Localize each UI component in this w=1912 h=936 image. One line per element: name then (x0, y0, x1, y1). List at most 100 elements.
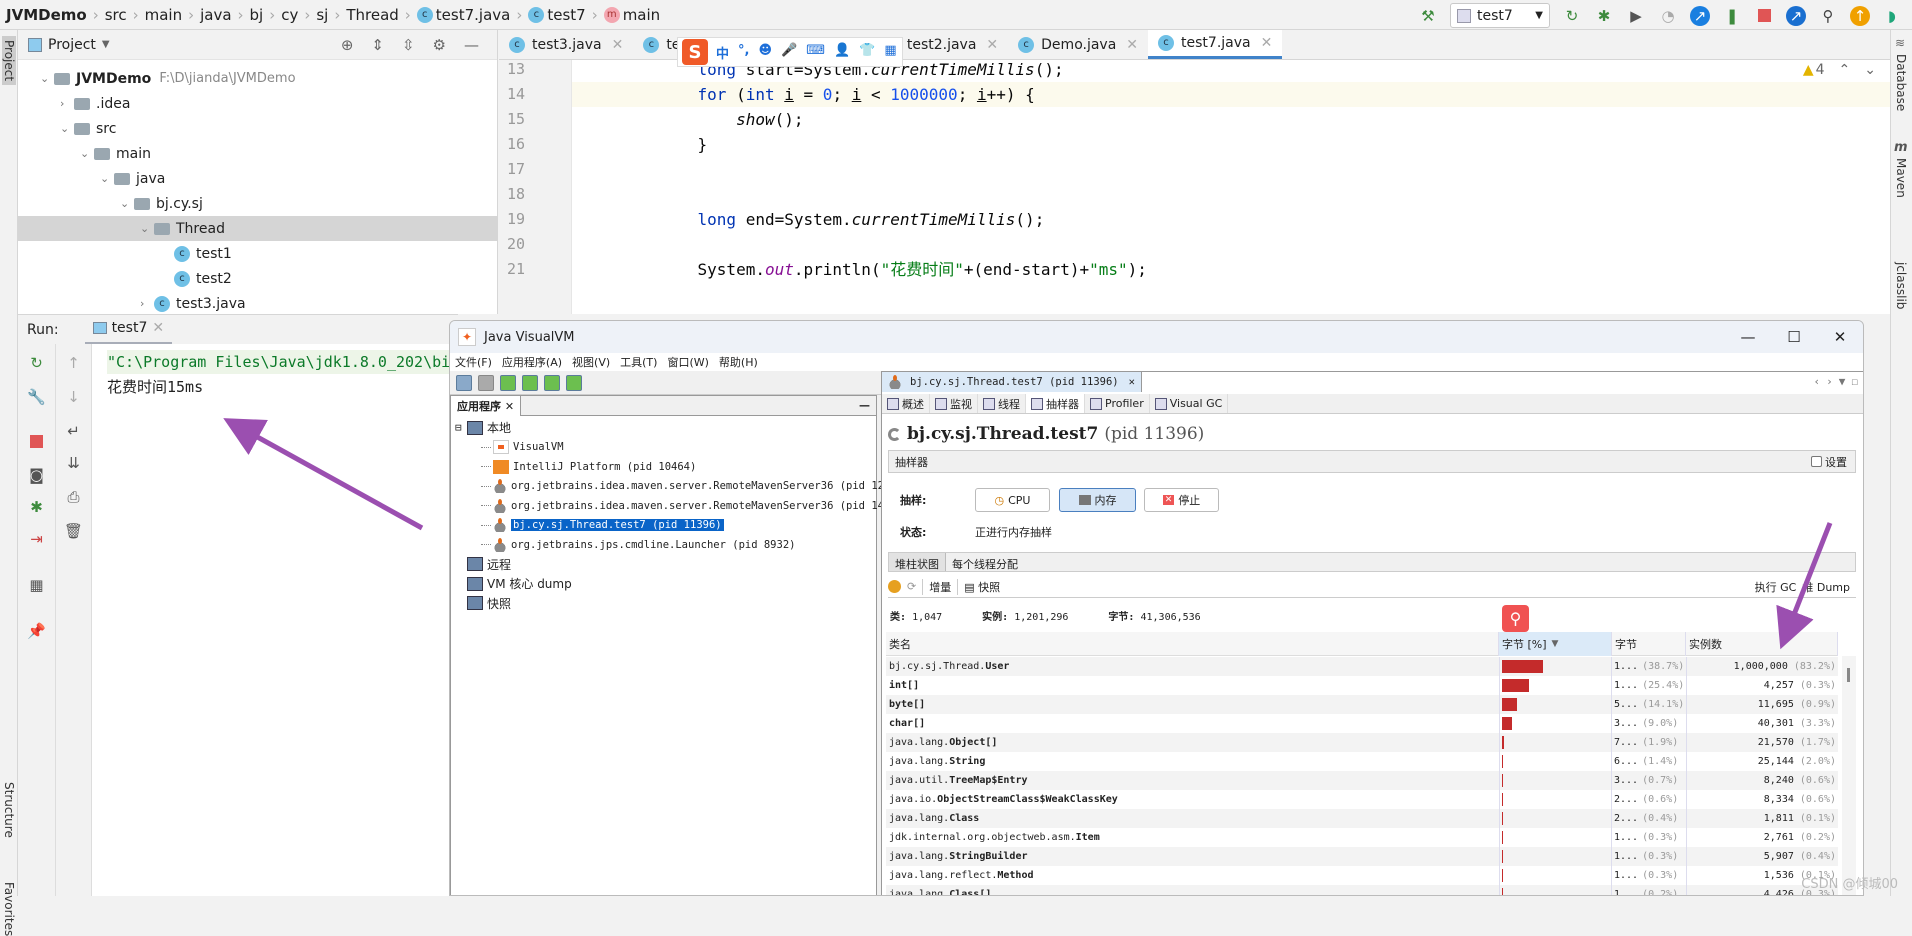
project-tree-item[interactable]: ctest2 (18, 266, 498, 291)
run-tab-test7[interactable]: test7 ✕ (85, 315, 173, 345)
editor-tab[interactable]: ctest7.java✕ (1148, 30, 1282, 59)
application-tree-item[interactable]: VisualVM (481, 438, 564, 457)
refresh-icon[interactable]: ⟳ (907, 580, 916, 593)
code-line[interactable]: System.out.println("花费时间"+(end-start)+"m… (659, 257, 1147, 282)
subtab[interactable]: 概述 (882, 394, 930, 413)
table-row[interactable]: java.lang.Class[]1...(0.2%)4,426(0.3%) (886, 885, 1838, 896)
table-row[interactable]: jdk.internal.org.objectweb.asm.Item1...(… (886, 828, 1838, 847)
breadcrumb-item[interactable]: ›src (87, 6, 127, 24)
chevron-right-icon[interactable]: › (1826, 375, 1833, 388)
trash-icon[interactable]: 🗑 (56, 522, 91, 540)
tab-per-thread-allocations[interactable]: 每个线程分配 (946, 553, 1024, 571)
project-tree-item[interactable]: ⌄main (18, 141, 498, 166)
table-row[interactable]: java.lang.reflect.Method1...(0.3%)1,536(… (886, 866, 1838, 885)
subtab[interactable]: Visual GC (1150, 394, 1229, 413)
minimize-icon[interactable]: — (1725, 321, 1771, 353)
chevron-up-icon[interactable]: ⌃ (1839, 62, 1851, 78)
table-row[interactable]: byte[]5...(14.1%)11,695(0.9%) (886, 695, 1838, 714)
locate-icon[interactable]: ⊕ (341, 36, 354, 54)
stop-sample-button[interactable]: ✕停止 (1144, 488, 1219, 512)
breadcrumb-item[interactable]: ›mmain (586, 6, 660, 24)
breadcrumb-item[interactable]: ›ctest7.java (399, 6, 511, 24)
tool-window-project[interactable]: Project (2, 36, 16, 85)
profile-icon[interactable]: ◔ (1658, 6, 1678, 26)
table-row[interactable]: java.lang.Object[]7...(1.9%)21,570(1.7%) (886, 733, 1838, 752)
rerun-icon[interactable]: ↻ (18, 354, 55, 372)
chevron-down-icon[interactable]: ⌄ (100, 172, 114, 185)
add-snapshot-icon[interactable] (566, 375, 582, 391)
minimize-icon[interactable]: — (859, 399, 870, 412)
visualvm-icon[interactable]: ↗ (1690, 6, 1710, 26)
wrench-icon[interactable]: 🔧 (18, 388, 55, 406)
tab-heap-histogram[interactable]: 堆柱状图 (889, 553, 946, 571)
table-row[interactable]: java.io.ObjectStreamClass$WeakClassKey2.… (886, 790, 1838, 809)
memory-sample-button[interactable]: 内存 (1059, 488, 1136, 512)
settings-checkbox[interactable]: 设置 (1811, 454, 1847, 470)
project-tree-item[interactable]: ⌄src (18, 116, 498, 141)
add-remote-host-icon[interactable] (500, 375, 516, 391)
ime-tool-icon[interactable]: °, (738, 43, 749, 62)
menu-item[interactable]: 窗口(W) (667, 354, 708, 370)
table-row[interactable]: char[]3...(9.0%)40,301(3.3%) (886, 714, 1838, 733)
toolbox-icon[interactable]: ◗ (1882, 6, 1902, 26)
ime-tool-icon[interactable]: 👤 (834, 43, 850, 62)
table-row[interactable]: java.lang.StringBuilder1...(0.3%)5,907(0… (886, 847, 1838, 866)
delta-button[interactable]: 增量 (922, 579, 951, 595)
chevron-down-icon[interactable]: ⌄ (1864, 62, 1876, 78)
tool-window-database[interactable]: Database (1894, 54, 1908, 111)
application-tree-item[interactable]: VM 核心 dump (455, 574, 572, 593)
chevron-down-icon[interactable]: ▼ (102, 39, 110, 50)
build-hammer-icon[interactable]: ⚒ (1418, 6, 1438, 26)
pause-icon[interactable] (888, 580, 901, 593)
breadcrumb-item[interactable]: ›ctest7 (510, 6, 585, 24)
application-tree-item[interactable]: IntelliJ Platform (pid 10464) (481, 457, 696, 476)
ime-tool-icon[interactable]: ▦ (884, 43, 896, 62)
tool-window-favorites[interactable]: Favorites (2, 882, 16, 936)
tool-window-structure[interactable]: Structure (2, 782, 16, 838)
breadcrumb-item[interactable]: ›bj (232, 6, 264, 24)
code-line[interactable]: for (int i = 0; i < 1000000; i++) { (659, 82, 1035, 107)
update-icon[interactable]: ↑ (1850, 6, 1870, 26)
ime-tool-icon[interactable]: 🎤 (781, 43, 797, 62)
project-tree-item[interactable]: ⌄bj.cy.sj (18, 191, 498, 216)
project-title[interactable]: Project (48, 37, 96, 53)
perform-gc-button[interactable]: 执行 GC (1755, 579, 1797, 595)
snapshot-button[interactable]: ▤ 快照 (957, 579, 1000, 595)
chevron-down-icon[interactable]: ⌄ (40, 72, 54, 85)
menu-item[interactable]: 视图(V) (572, 354, 610, 370)
warning-count[interactable]: 4 (1816, 62, 1825, 78)
tool-window-jclasslib[interactable]: jclasslib (1894, 262, 1908, 309)
project-tree-item[interactable]: ›ctest3.java (18, 291, 498, 316)
debug-icon[interactable]: ✱ (18, 498, 55, 516)
soft-wrap-icon[interactable]: ↵ (56, 422, 91, 440)
print-icon[interactable]: ⎙ (56, 488, 91, 506)
column-bytes[interactable]: 字节 (1612, 632, 1686, 656)
scroll-to-end-icon[interactable]: ⇊ (56, 454, 91, 472)
stop-icon[interactable] (18, 434, 55, 452)
code-line[interactable]: } (659, 132, 707, 157)
camera-icon[interactable]: ◙ (18, 466, 55, 484)
open-file-icon[interactable] (456, 375, 472, 391)
minimize-icon[interactable]: — (464, 36, 479, 54)
gear-icon[interactable]: ⚙ (433, 36, 446, 54)
applications-tab[interactable]: 应用程序 ✕ — (451, 396, 876, 416)
chevron-down-icon[interactable]: ⌄ (140, 222, 154, 235)
chevron-right-icon[interactable]: › (140, 297, 154, 310)
close-icon[interactable]: ✕ (986, 37, 998, 53)
close-icon[interactable]: ✕ (1261, 35, 1273, 51)
table-row[interactable]: int[]1...(25.4%)4,257(0.3%) (886, 676, 1838, 695)
table-row[interactable]: java.util.TreeMap$Entry3...(0.7%)8,240(0… (886, 771, 1838, 790)
subtab[interactable]: 抽样器 (1026, 394, 1085, 413)
close-icon[interactable]: ✕ (1126, 37, 1138, 53)
table-scrollbar[interactable] (1842, 656, 1856, 896)
application-tree-item[interactable]: ⊟本地 (455, 418, 511, 437)
search-icon[interactable]: ⚲ (1818, 6, 1838, 26)
breadcrumb-item[interactable]: ›sj (298, 6, 328, 24)
rerun-icon[interactable]: ↻ (1562, 6, 1582, 26)
chevron-down-icon[interactable]: ⌄ (60, 122, 74, 135)
exit-icon[interactable]: ⇥ (18, 530, 55, 548)
chevron-down-icon[interactable]: ⌄ (120, 197, 134, 210)
menu-item[interactable]: 工具(T) (620, 354, 657, 370)
chevron-left-icon[interactable]: ‹ (1814, 375, 1821, 388)
column-instances[interactable]: 实例数 (1686, 632, 1838, 656)
